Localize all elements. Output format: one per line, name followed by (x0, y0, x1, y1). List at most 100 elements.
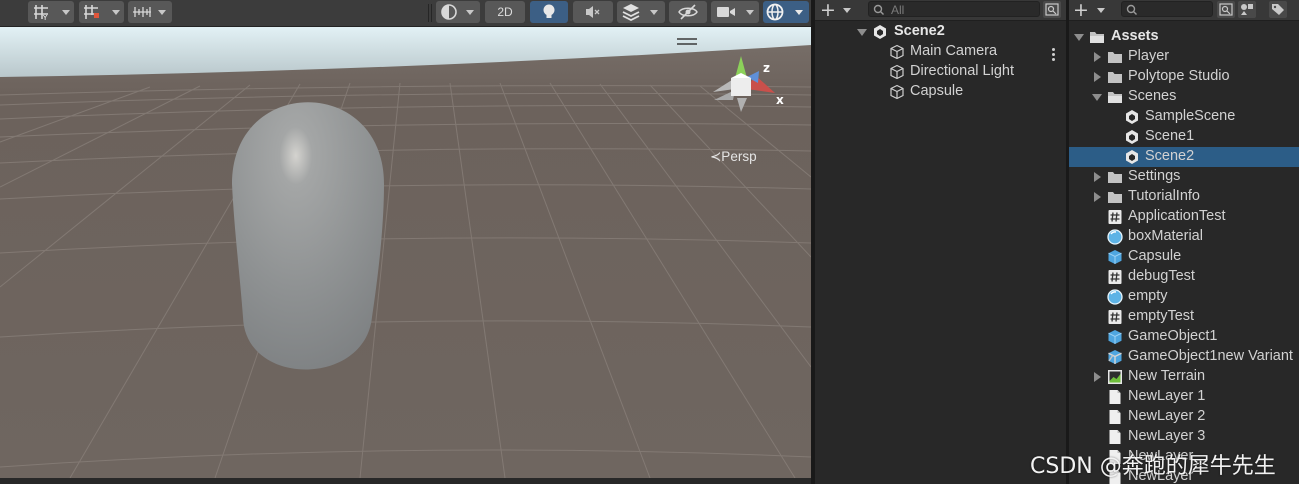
audio-toggle-button[interactable] (573, 1, 613, 23)
effects-button[interactable] (617, 1, 665, 23)
create-dropdown-caret[interactable] (1097, 8, 1105, 13)
project-item[interactable]: Player (1069, 47, 1299, 67)
assets-root-row[interactable]: Assets (1069, 27, 1299, 47)
gizmo-x-label: x (776, 93, 784, 107)
filter-by-label-button[interactable] (1269, 1, 1287, 18)
filter-shapes-icon (1241, 4, 1253, 15)
projection-label[interactable]: ≺Persp (710, 149, 757, 165)
hierarchy-item[interactable]: Capsule (815, 82, 1066, 102)
hierarchy-item[interactable]: Directional Light (815, 62, 1066, 82)
project-item[interactable]: emptyTest (1069, 307, 1299, 327)
gizmo-z-label: z (763, 61, 770, 75)
grid-icon: Y (34, 5, 48, 20)
2d-mode-button[interactable]: 2D (485, 1, 525, 23)
gameobject-cube-icon (890, 64, 904, 80)
project-item[interactable]: ApplicationTest (1069, 207, 1299, 227)
folder-icon (1108, 52, 1122, 63)
gameobject-cube-icon (890, 84, 904, 100)
project-item[interactable]: Capsule (1069, 247, 1299, 267)
folder-open-icon (1090, 32, 1104, 43)
grid-snap-button[interactable]: Y (28, 1, 74, 23)
scene-viewport[interactable]: z x ≺Persp (0, 27, 811, 478)
expand-arrow-icon[interactable] (1094, 172, 1101, 182)
project-item[interactable]: NewLayer 1 (1069, 387, 1299, 407)
add-object-button[interactable]: + (820, 1, 836, 20)
project-item[interactable]: Polytope Studio (1069, 67, 1299, 87)
project-item[interactable]: SampleScene (1069, 107, 1299, 127)
hierarchy-scene-row[interactable]: Scene2 (815, 22, 1066, 61)
unity-scene-icon (1126, 150, 1138, 164)
unity-scene-icon (1126, 110, 1138, 124)
camera-icon (717, 7, 735, 17)
gizmos-globe-icon (766, 3, 784, 21)
project-item-label: Settings (1128, 168, 1181, 184)
hierarchy-item-label: Capsule (910, 83, 964, 99)
project-item-label: GameObject1new Variant (1128, 348, 1293, 364)
prefab-icon (1108, 330, 1122, 344)
watermark: CSDN @奔跑的犀牛先生 (1030, 454, 1276, 479)
increment-snap-button[interactable] (79, 1, 124, 23)
expand-arrow-icon[interactable] (1094, 372, 1101, 382)
project-item[interactable]: Scene1 (1069, 127, 1299, 147)
gizmos-button[interactable] (763, 1, 809, 23)
project-item[interactable]: NewLayer 3 (1069, 427, 1299, 447)
project-item-label: TutorialInfo (1128, 188, 1200, 204)
project-item-label: Player (1128, 48, 1170, 64)
expand-arrow-icon[interactable] (1094, 52, 1101, 62)
create-asset-button[interactable]: + (1073, 1, 1089, 20)
search-mode-button[interactable] (1043, 1, 1061, 18)
project-item[interactable]: GameObject1new Variant (1069, 347, 1299, 367)
project-panel: + Assets Player Polytope Studio Scenes S… (1069, 0, 1299, 484)
add-dropdown-caret[interactable] (843, 8, 851, 13)
hierarchy-search-input[interactable]: All (868, 1, 1040, 17)
project-item[interactable]: NewLayer 2 (1069, 407, 1299, 427)
scene-camera-button[interactable] (711, 1, 759, 23)
folder-icon (1108, 172, 1122, 183)
project-item[interactable]: New Terrain (1069, 367, 1299, 387)
expand-arrow-icon[interactable] (1094, 72, 1101, 82)
terrain-icon (1108, 370, 1122, 384)
project-item[interactable]: empty (1069, 287, 1299, 307)
gameobject-cube-icon (890, 44, 904, 60)
hierarchy-item[interactable]: Main Camera (815, 42, 1066, 62)
project-item[interactable]: GameObject1 (1069, 327, 1299, 347)
eye-hidden-icon (678, 4, 698, 20)
search-icon (1126, 4, 1137, 15)
assets-root-label: Assets (1111, 28, 1159, 44)
project-search-input[interactable] (1121, 1, 1213, 17)
hierarchy-header: + All (815, 0, 1066, 21)
project-item-label: New Terrain (1128, 368, 1206, 384)
search-placeholder: All (891, 3, 905, 17)
ruler-toggle-button[interactable] (128, 1, 172, 23)
scene-visibility-button[interactable] (669, 1, 707, 23)
light-bulb-icon (543, 4, 555, 18)
csharp-script-icon (1108, 310, 1122, 324)
project-item-selected[interactable]: Scene2 (1069, 147, 1299, 167)
scene-view-menu-icon[interactable] (676, 37, 698, 47)
expand-arrow-icon[interactable] (1092, 94, 1102, 101)
project-item-label: Scenes (1128, 88, 1177, 104)
expand-arrow-icon[interactable] (1094, 192, 1101, 202)
scene-3d-render (0, 27, 811, 478)
expand-arrow-icon[interactable] (857, 29, 867, 36)
project-item[interactable]: Settings (1069, 167, 1299, 187)
search-icon (873, 4, 884, 15)
project-item-label: Scene2 (1145, 148, 1195, 164)
filter-by-type-button[interactable] (1238, 1, 1256, 18)
project-item-label: GameObject1 (1128, 328, 1218, 344)
search-mode-button[interactable] (1217, 1, 1235, 18)
expand-arrow-icon[interactable] (1074, 34, 1084, 41)
project-item[interactable]: Scenes (1069, 87, 1299, 107)
project-item[interactable]: TutorialInfo (1069, 187, 1299, 207)
scene-view[interactable]: Y 2D z x ≺Persp (0, 0, 811, 484)
project-item[interactable]: debugTest (1069, 267, 1299, 287)
shading-mode-button[interactable] (436, 1, 480, 23)
project-item-label: NewLayer 2 (1128, 408, 1206, 424)
orientation-gizmo-icon[interactable]: z x (700, 52, 790, 132)
hierarchy-panel: + All Scene2 Main Camera Directional Ligh… (815, 0, 1066, 484)
prefab-icon (1108, 250, 1122, 264)
project-header: + (1069, 0, 1299, 21)
project-item[interactable]: boxMaterial (1069, 227, 1299, 247)
lighting-toggle-button[interactable] (530, 1, 568, 23)
folder-icon (1108, 72, 1122, 83)
